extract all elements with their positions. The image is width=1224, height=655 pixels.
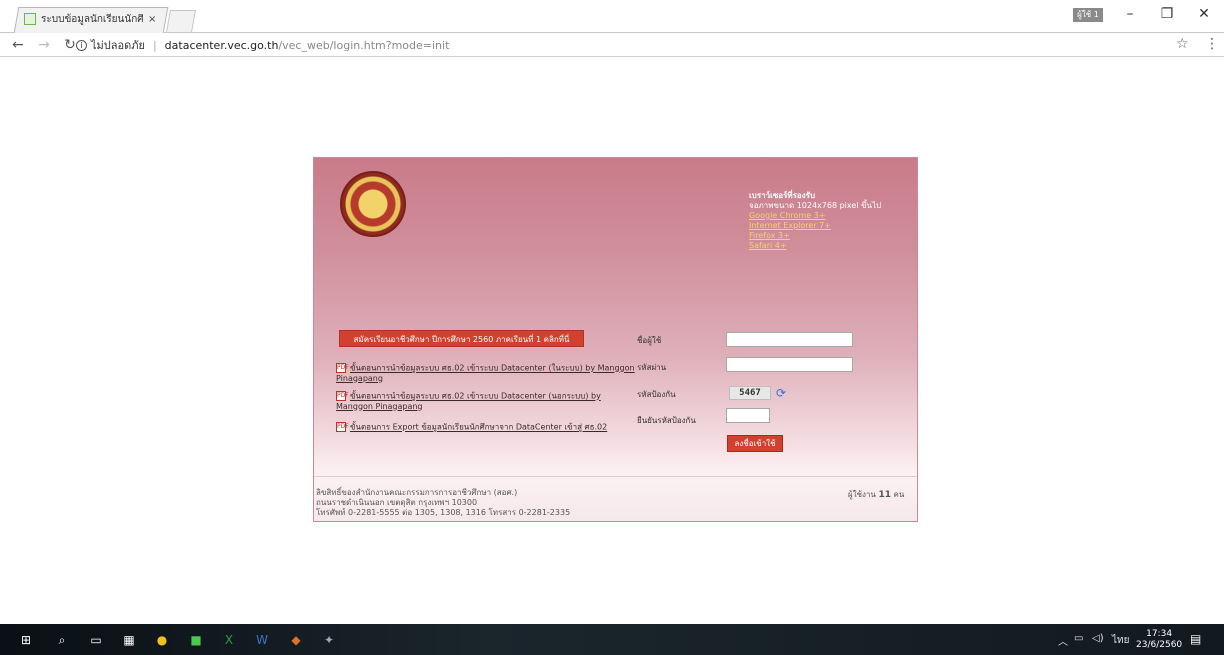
forward-arrow-icon[interactable]: → — [34, 37, 54, 53]
app-icon[interactable]: ✦ — [319, 630, 339, 650]
captcha-image: 5467 — [729, 386, 771, 400]
browser-link-safari[interactable]: Safari 4+ — [749, 241, 881, 251]
tab-title: ระบบข้อมูลนักเรียนนักศึกษา — [41, 13, 143, 25]
window-close-icon[interactable]: ✕ — [1194, 6, 1214, 22]
windows-start-icon[interactable]: ⊞ — [16, 630, 36, 650]
word-icon[interactable]: W — [252, 630, 272, 650]
captcha-label: รหัสป้องกัน — [637, 390, 676, 399]
page-favicon-icon — [24, 13, 36, 25]
pdf-icon: PDF — [336, 363, 349, 373]
browser-tabstrip: ระบบข้อมูลนักเรียนนักศึกษา × ผู้ใช้ 1 – … — [0, 0, 1224, 33]
system-clock[interactable]: 17:34 23/6/2560 — [1136, 629, 1182, 651]
clock-time: 17:34 — [1146, 629, 1173, 639]
enrollment-notice-button[interactable]: สมัครเรียนอาชีวศึกษา ปีการศึกษา 2560 ภาค… — [339, 330, 584, 347]
password-label: รหัสผ่าน — [637, 363, 667, 372]
footer-address: ถนนราชดำเนินนอก เขตดุสิต กรุงเทพฯ 10300 — [316, 498, 478, 507]
url-path: /vec_web/login.htm?mode=init — [278, 38, 450, 52]
task-view-icon[interactable]: ▭ — [86, 630, 106, 650]
search-icon[interactable]: ⌕ — [52, 630, 72, 650]
doc-link-label: ขั้นตอนการนำข้อมูลระบบ ศธ.02 เข้าระบบ Da… — [336, 363, 635, 383]
line-app-icon[interactable]: ■ — [186, 630, 206, 650]
chrome-icon[interactable]: ● — [152, 630, 172, 650]
back-arrow-icon[interactable]: ← — [8, 37, 28, 53]
browser-tab-content[interactable]: ระบบข้อมูลนักเรียนนักศึกษา × — [24, 9, 164, 29]
browser-support-title: เบราว์เซอร์ที่รองรับ — [749, 191, 816, 200]
security-label: ไม่ปลอดภัย — [91, 39, 145, 52]
doc-link-in-system[interactable]: PDFขั้นตอนการนำข้อมูลระบบ ศธ.02 เข้าระบบ… — [336, 363, 636, 384]
doc-link-label: ขั้นตอนการนำข้อมูลระบบ ศธ.02 เข้าระบบ Da… — [336, 391, 601, 411]
address-separator: | — [152, 38, 157, 52]
login-panel: เบราว์เซอร์ที่รองรับ จอภาพขนาด 1024x768 … — [313, 157, 918, 522]
browser-link-firefox[interactable]: Firefox 3+ — [749, 231, 881, 241]
panel-footer: ลิขสิทธิ์ของสำนักงานคณะกรรมการการอาชีวศึ… — [316, 488, 570, 518]
users-online: ผู้ใช้งาน 11 คน — [848, 488, 904, 501]
captcha-input[interactable] — [726, 408, 770, 423]
tray-chevron-icon[interactable]: ︿ — [1058, 633, 1068, 648]
browser-support-info: เบราว์เซอร์ที่รองรับ จอภาพขนาด 1024x768 … — [749, 191, 881, 251]
footer-divider — [314, 476, 917, 477]
language-indicator[interactable]: ไทย — [1112, 633, 1129, 648]
clock-date: 23/6/2560 — [1136, 640, 1183, 650]
organization-seal-logo — [340, 171, 406, 237]
tab-close-icon[interactable]: × — [148, 14, 156, 25]
users-online-prefix: ผู้ใช้งาน — [848, 490, 876, 499]
username-label: ชื่อผู้ใช้ — [637, 336, 662, 345]
url-host: datacenter.vec.go.th — [164, 38, 279, 52]
screen: ระบบข้อมูลนักเรียนนักศึกษา × ผู้ใช้ 1 – … — [0, 0, 1224, 655]
excel-icon[interactable]: X — [219, 630, 239, 650]
doc-link-label: ขั้นตอนการ Export ข้อมูลนักเรียนนักศึกษา… — [350, 422, 608, 432]
taskbar: ⊞ ⌕ ▭ ▦ ● ■ X W ◆ ✦ ︿ ▭ ◁) ไทย 17:34 23/… — [0, 624, 1224, 655]
notification-center-icon[interactable]: ▤ — [1190, 632, 1201, 646]
users-online-suffix: คน — [893, 490, 905, 499]
new-tab-button[interactable] — [166, 10, 196, 32]
resolution-note: จอภาพขนาด 1024x768 pixel ขึ้นไป — [749, 201, 882, 210]
volume-icon[interactable]: ◁) — [1092, 633, 1104, 644]
footer-phone: โทรศัพท์ 0-2281-5555 ต่อ 1305, 1308, 131… — [316, 508, 571, 517]
password-input[interactable] — [726, 357, 853, 372]
network-icon[interactable]: ▭ — [1074, 633, 1083, 644]
browser-menu-icon[interactable]: ⋮ — [1205, 36, 1219, 52]
profile-badge[interactable]: ผู้ใช้ 1 — [1073, 8, 1103, 22]
calculator-icon[interactable]: ▦ — [119, 630, 139, 650]
username-input[interactable] — [726, 332, 853, 347]
confirm-captcha-label: ยืนยันรหัสป้องกัน — [637, 416, 696, 425]
browser-link-ie[interactable]: Internet Explorer 7+ — [749, 221, 881, 231]
login-button[interactable]: ลงชื่อเข้าใช้ — [727, 435, 783, 452]
browser-link-chrome[interactable]: Google Chrome 3+ — [749, 211, 881, 221]
doc-link-out-system[interactable]: PDFขั้นตอนการนำข้อมูลระบบ ศธ.02 เข้าระบบ… — [336, 391, 636, 412]
refresh-captcha-icon[interactable]: ⟳ — [776, 386, 786, 400]
info-icon[interactable]: i — [76, 39, 87, 51]
footer-copyright: ลิขสิทธิ์ของสำนักงานคณะกรรมการการอาชีวศึ… — [316, 488, 518, 497]
pdf-icon: PDF — [336, 422, 349, 432]
doc-link-export[interactable]: PDFขั้นตอนการ Export ข้อมูลนักเรียนนักศึ… — [336, 422, 636, 433]
bookmark-star-icon[interactable]: ☆ — [1176, 36, 1189, 52]
restore-icon[interactable]: ❐ — [1157, 6, 1177, 22]
address-bar[interactable]: i ไม่ปลอดภัย | datacenter.vec.go.th/vec_… — [76, 36, 1156, 54]
paint-icon[interactable]: ◆ — [286, 630, 306, 650]
minimize-icon[interactable]: – — [1120, 6, 1140, 22]
users-online-count: 11 — [878, 490, 891, 500]
pdf-icon: PDF — [336, 391, 349, 401]
